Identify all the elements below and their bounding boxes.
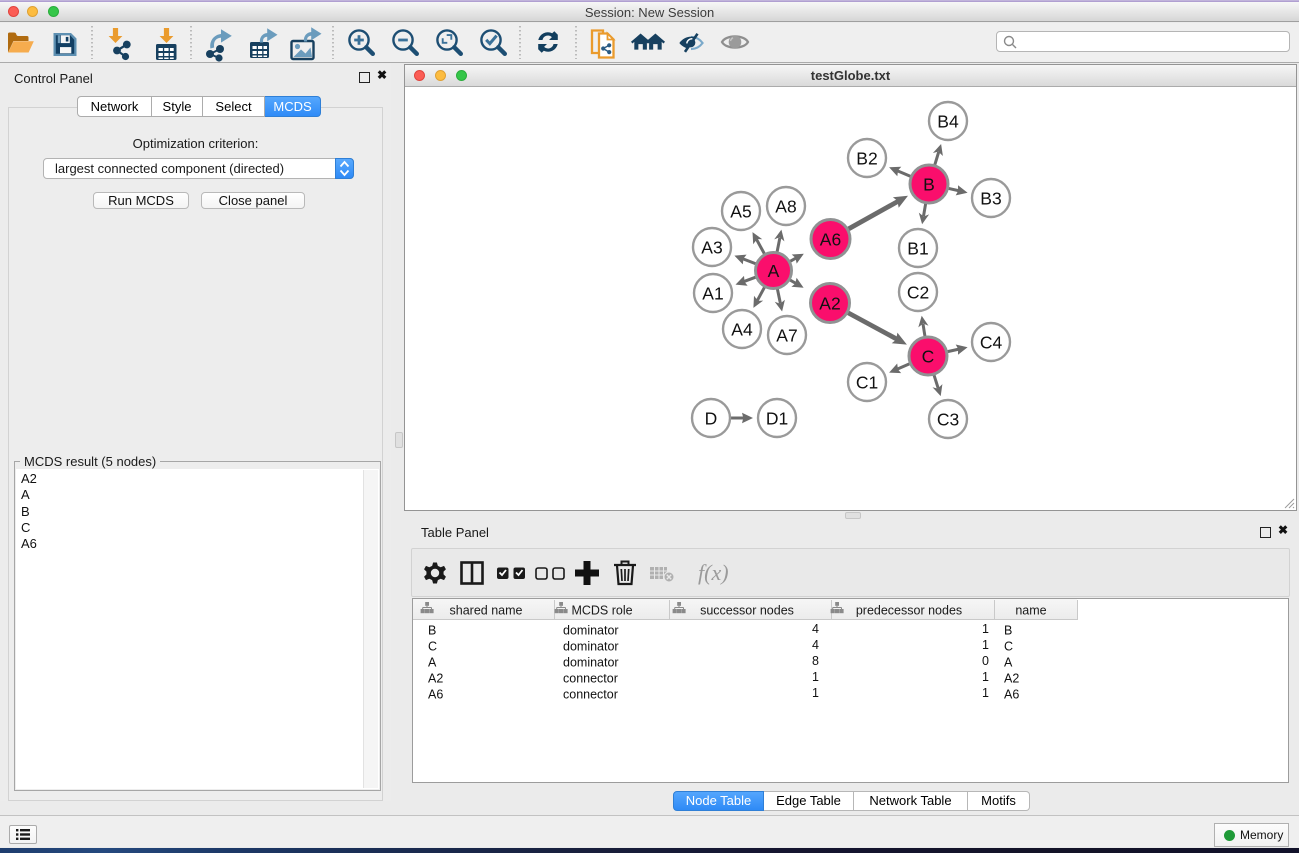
svg-text:dominator: dominator	[563, 640, 619, 654]
svg-text:C4: C4	[980, 333, 1003, 353]
svg-text:predecessor nodes: predecessor nodes	[856, 604, 962, 618]
svg-text:A3: A3	[701, 238, 722, 258]
svg-text:connector: connector	[563, 672, 618, 686]
svg-text:A7: A7	[776, 326, 797, 346]
svg-text:A2: A2	[819, 294, 840, 314]
svg-text:successor nodes: successor nodes	[700, 604, 794, 618]
svg-text:shared name: shared name	[450, 604, 523, 618]
svg-text:B4: B4	[937, 112, 959, 132]
svg-text:4: 4	[812, 622, 819, 636]
svg-text:A6: A6	[1004, 688, 1019, 702]
svg-text:MCDS role: MCDS role	[571, 604, 632, 618]
svg-text:A: A	[1004, 656, 1013, 670]
svg-text:f(x): f(x)	[698, 560, 729, 585]
svg-text:1: 1	[982, 670, 989, 684]
svg-text:0: 0	[982, 654, 989, 668]
svg-text:name: name	[1015, 604, 1046, 618]
svg-text:C: C	[922, 347, 935, 367]
svg-text:A8: A8	[775, 197, 796, 217]
svg-text:A1: A1	[702, 284, 723, 304]
svg-text:A: A	[428, 656, 437, 670]
svg-text:B: B	[428, 624, 436, 638]
svg-text:B2: B2	[856, 149, 877, 169]
svg-text:1: 1	[812, 686, 819, 700]
svg-text:dominator: dominator	[563, 624, 619, 638]
svg-text:B3: B3	[980, 189, 1001, 209]
svg-text:A6: A6	[428, 688, 443, 702]
svg-text:A4: A4	[731, 320, 753, 340]
svg-text:B: B	[1004, 624, 1012, 638]
svg-text:connector: connector	[563, 688, 618, 702]
svg-text:dominator: dominator	[563, 656, 619, 670]
svg-text:A2: A2	[428, 672, 443, 686]
svg-text:4: 4	[812, 638, 819, 652]
svg-text:A5: A5	[730, 202, 751, 222]
svg-text:A2: A2	[1004, 672, 1019, 686]
svg-text:C: C	[428, 640, 437, 654]
svg-text:C2: C2	[907, 283, 929, 303]
svg-text:B: B	[923, 175, 935, 195]
svg-text:B1: B1	[907, 239, 928, 259]
svg-text:C3: C3	[937, 410, 959, 430]
svg-text:1: 1	[982, 622, 989, 636]
svg-text:C1: C1	[856, 373, 878, 393]
svg-text:A6: A6	[820, 230, 841, 250]
svg-text:A: A	[768, 261, 780, 281]
svg-text:1: 1	[982, 638, 989, 652]
svg-text:8: 8	[812, 654, 819, 668]
svg-text:1: 1	[812, 670, 819, 684]
svg-text:1: 1	[982, 686, 989, 700]
svg-text:D1: D1	[766, 409, 788, 429]
svg-text:C: C	[1004, 640, 1013, 654]
svg-text:D: D	[705, 409, 718, 429]
